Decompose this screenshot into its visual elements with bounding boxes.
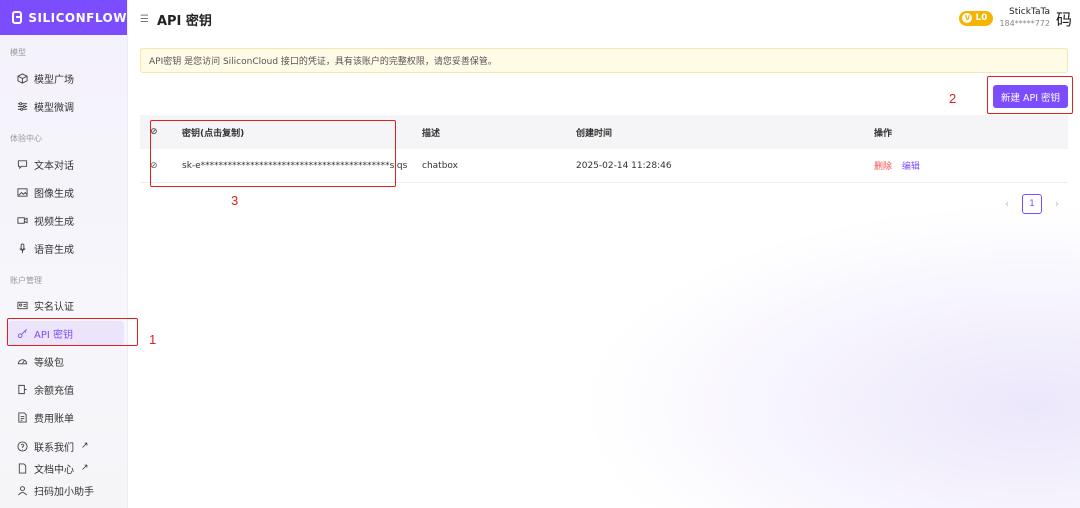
- annotation-label-3: 3: [231, 193, 239, 208]
- key-description: chatbox: [422, 160, 458, 171]
- siliconflow-logo-icon: [12, 11, 23, 24]
- sidebar-item-label: 文本对话: [34, 160, 74, 172]
- annotation-label-2: 2: [949, 91, 957, 106]
- notice-text: API密钥 是您访问 SiliconCloud 接口的凭证，具有该账户的完整权限…: [149, 57, 497, 67]
- pagination: ‹ 1 ›: [1000, 194, 1064, 214]
- sidebar: SILICONFLOW 模型 模型广场 模型微调 体验中心 文本对话 图像生成 …: [0, 0, 128, 508]
- qr-code-icon[interactable]: 码: [1056, 6, 1072, 30]
- sidebar-item-docs[interactable]: 文档中心 ↗: [8, 457, 124, 479]
- edit-link[interactable]: 编辑: [902, 162, 920, 172]
- sidebar-item-label: 模型广场: [34, 74, 74, 86]
- sidebar-item-assistant[interactable]: 扫码加小助手: [8, 479, 124, 501]
- sidebar-item-label: 实名认证: [34, 301, 74, 313]
- user-info: StickTaTa 184*****772: [999, 7, 1050, 29]
- mic-icon: [17, 242, 28, 254]
- gauge-icon: [17, 356, 28, 367]
- sliders-icon: [17, 101, 28, 112]
- cube-icon: [17, 72, 28, 84]
- sidebar-item-image-gen[interactable]: 图像生成: [8, 180, 124, 204]
- delete-link[interactable]: 删除: [874, 162, 892, 172]
- sidebar-item-label: 语音生成: [34, 244, 74, 256]
- row-actions: 删除 编辑: [874, 159, 1068, 172]
- sidebar-item-voice-gen[interactable]: 语音生成: [8, 236, 124, 260]
- sidebar-item-label: 扫码加小助手: [34, 486, 94, 498]
- video-icon: [17, 215, 28, 226]
- sidebar-item-text-chat[interactable]: 文本对话: [8, 152, 124, 176]
- wallet-icon: [17, 384, 28, 395]
- external-link-icon: ↗: [81, 463, 89, 473]
- page-number[interactable]: 1: [1022, 194, 1042, 214]
- sidebar-item-video-gen[interactable]: 视频生成: [8, 208, 124, 232]
- sidebar-item-label: 余额充值: [34, 385, 74, 397]
- column-actions: 操作: [874, 128, 893, 139]
- column-created: 创建时间: [576, 128, 613, 139]
- notice-banner: API密钥 是您访问 SiliconCloud 接口的凭证，具有该账户的完整权限…: [140, 48, 1068, 73]
- doc-icon: [17, 462, 28, 474]
- chat-icon: [17, 159, 28, 170]
- user-area[interactable]: V L0 StickTaTa 184*****772 码: [959, 6, 1072, 30]
- prev-page-icon[interactable]: ‹: [1000, 199, 1014, 210]
- annotation-box-1: [7, 318, 138, 346]
- sidebar-item-billing[interactable]: 费用账单: [8, 405, 124, 429]
- sidebar-item-label: 文档中心: [34, 464, 74, 476]
- brand-name: SILICONFLOW: [28, 10, 127, 25]
- bill-icon: [17, 411, 28, 423]
- sidebar-item-label: 视频生成: [34, 216, 74, 228]
- annotation-box-3: [150, 120, 396, 187]
- vip-icon: V: [962, 13, 973, 23]
- external-link-icon: ↗: [81, 441, 89, 451]
- image-icon: [17, 187, 28, 198]
- menu-icon[interactable]: ☰: [140, 14, 149, 25]
- sidebar-item-recharge[interactable]: 余额充值: [8, 377, 124, 401]
- user-icon: [17, 485, 28, 496]
- brand-logo[interactable]: SILICONFLOW: [0, 0, 127, 35]
- sidebar-item-label: 图像生成: [34, 188, 74, 200]
- sidebar-item-level-package[interactable]: 等级包: [8, 349, 124, 373]
- level-badge: V L0: [959, 10, 994, 26]
- id-card-icon: [17, 300, 28, 311]
- sidebar-item-verification[interactable]: 实名认证: [8, 293, 124, 317]
- sidebar-item-label: 联系我们: [34, 442, 74, 454]
- sidebar-item-contact[interactable]: 联系我们 ↗: [8, 435, 124, 457]
- sidebar-item-model-finetune[interactable]: 模型微调: [8, 94, 124, 118]
- help-icon: [17, 440, 28, 452]
- section-models: 模型: [10, 48, 26, 57]
- sidebar-item-model-square[interactable]: 模型广场: [8, 66, 124, 90]
- level-text: L0: [975, 13, 988, 23]
- page-title: API 密钥: [156, 13, 212, 29]
- sidebar-item-label: 模型微调: [34, 102, 74, 114]
- user-phone: 184*****772: [999, 19, 1050, 28]
- main-content: ☰ API 密钥 V L0 StickTaTa 184*****772 码 AP…: [128, 0, 1080, 508]
- column-desc: 描述: [422, 128, 441, 139]
- sidebar-item-label: 费用账单: [34, 413, 74, 425]
- section-account: 账户管理: [10, 276, 42, 285]
- user-name: StickTaTa: [1009, 7, 1050, 17]
- top-bar: ☰ API 密钥: [128, 0, 1080, 38]
- next-page-icon[interactable]: ›: [1050, 199, 1064, 210]
- key-created-time: 2025-02-14 11:28:46: [576, 160, 672, 171]
- sidebar-item-label: 等级包: [34, 357, 64, 369]
- annotation-box-2: [987, 76, 1073, 114]
- annotation-label-1: 1: [149, 332, 157, 347]
- app-root: SILICONFLOW 模型 模型广场 模型微调 体验中心 文本对话 图像生成 …: [0, 0, 1080, 508]
- section-experience: 体验中心: [10, 134, 42, 143]
